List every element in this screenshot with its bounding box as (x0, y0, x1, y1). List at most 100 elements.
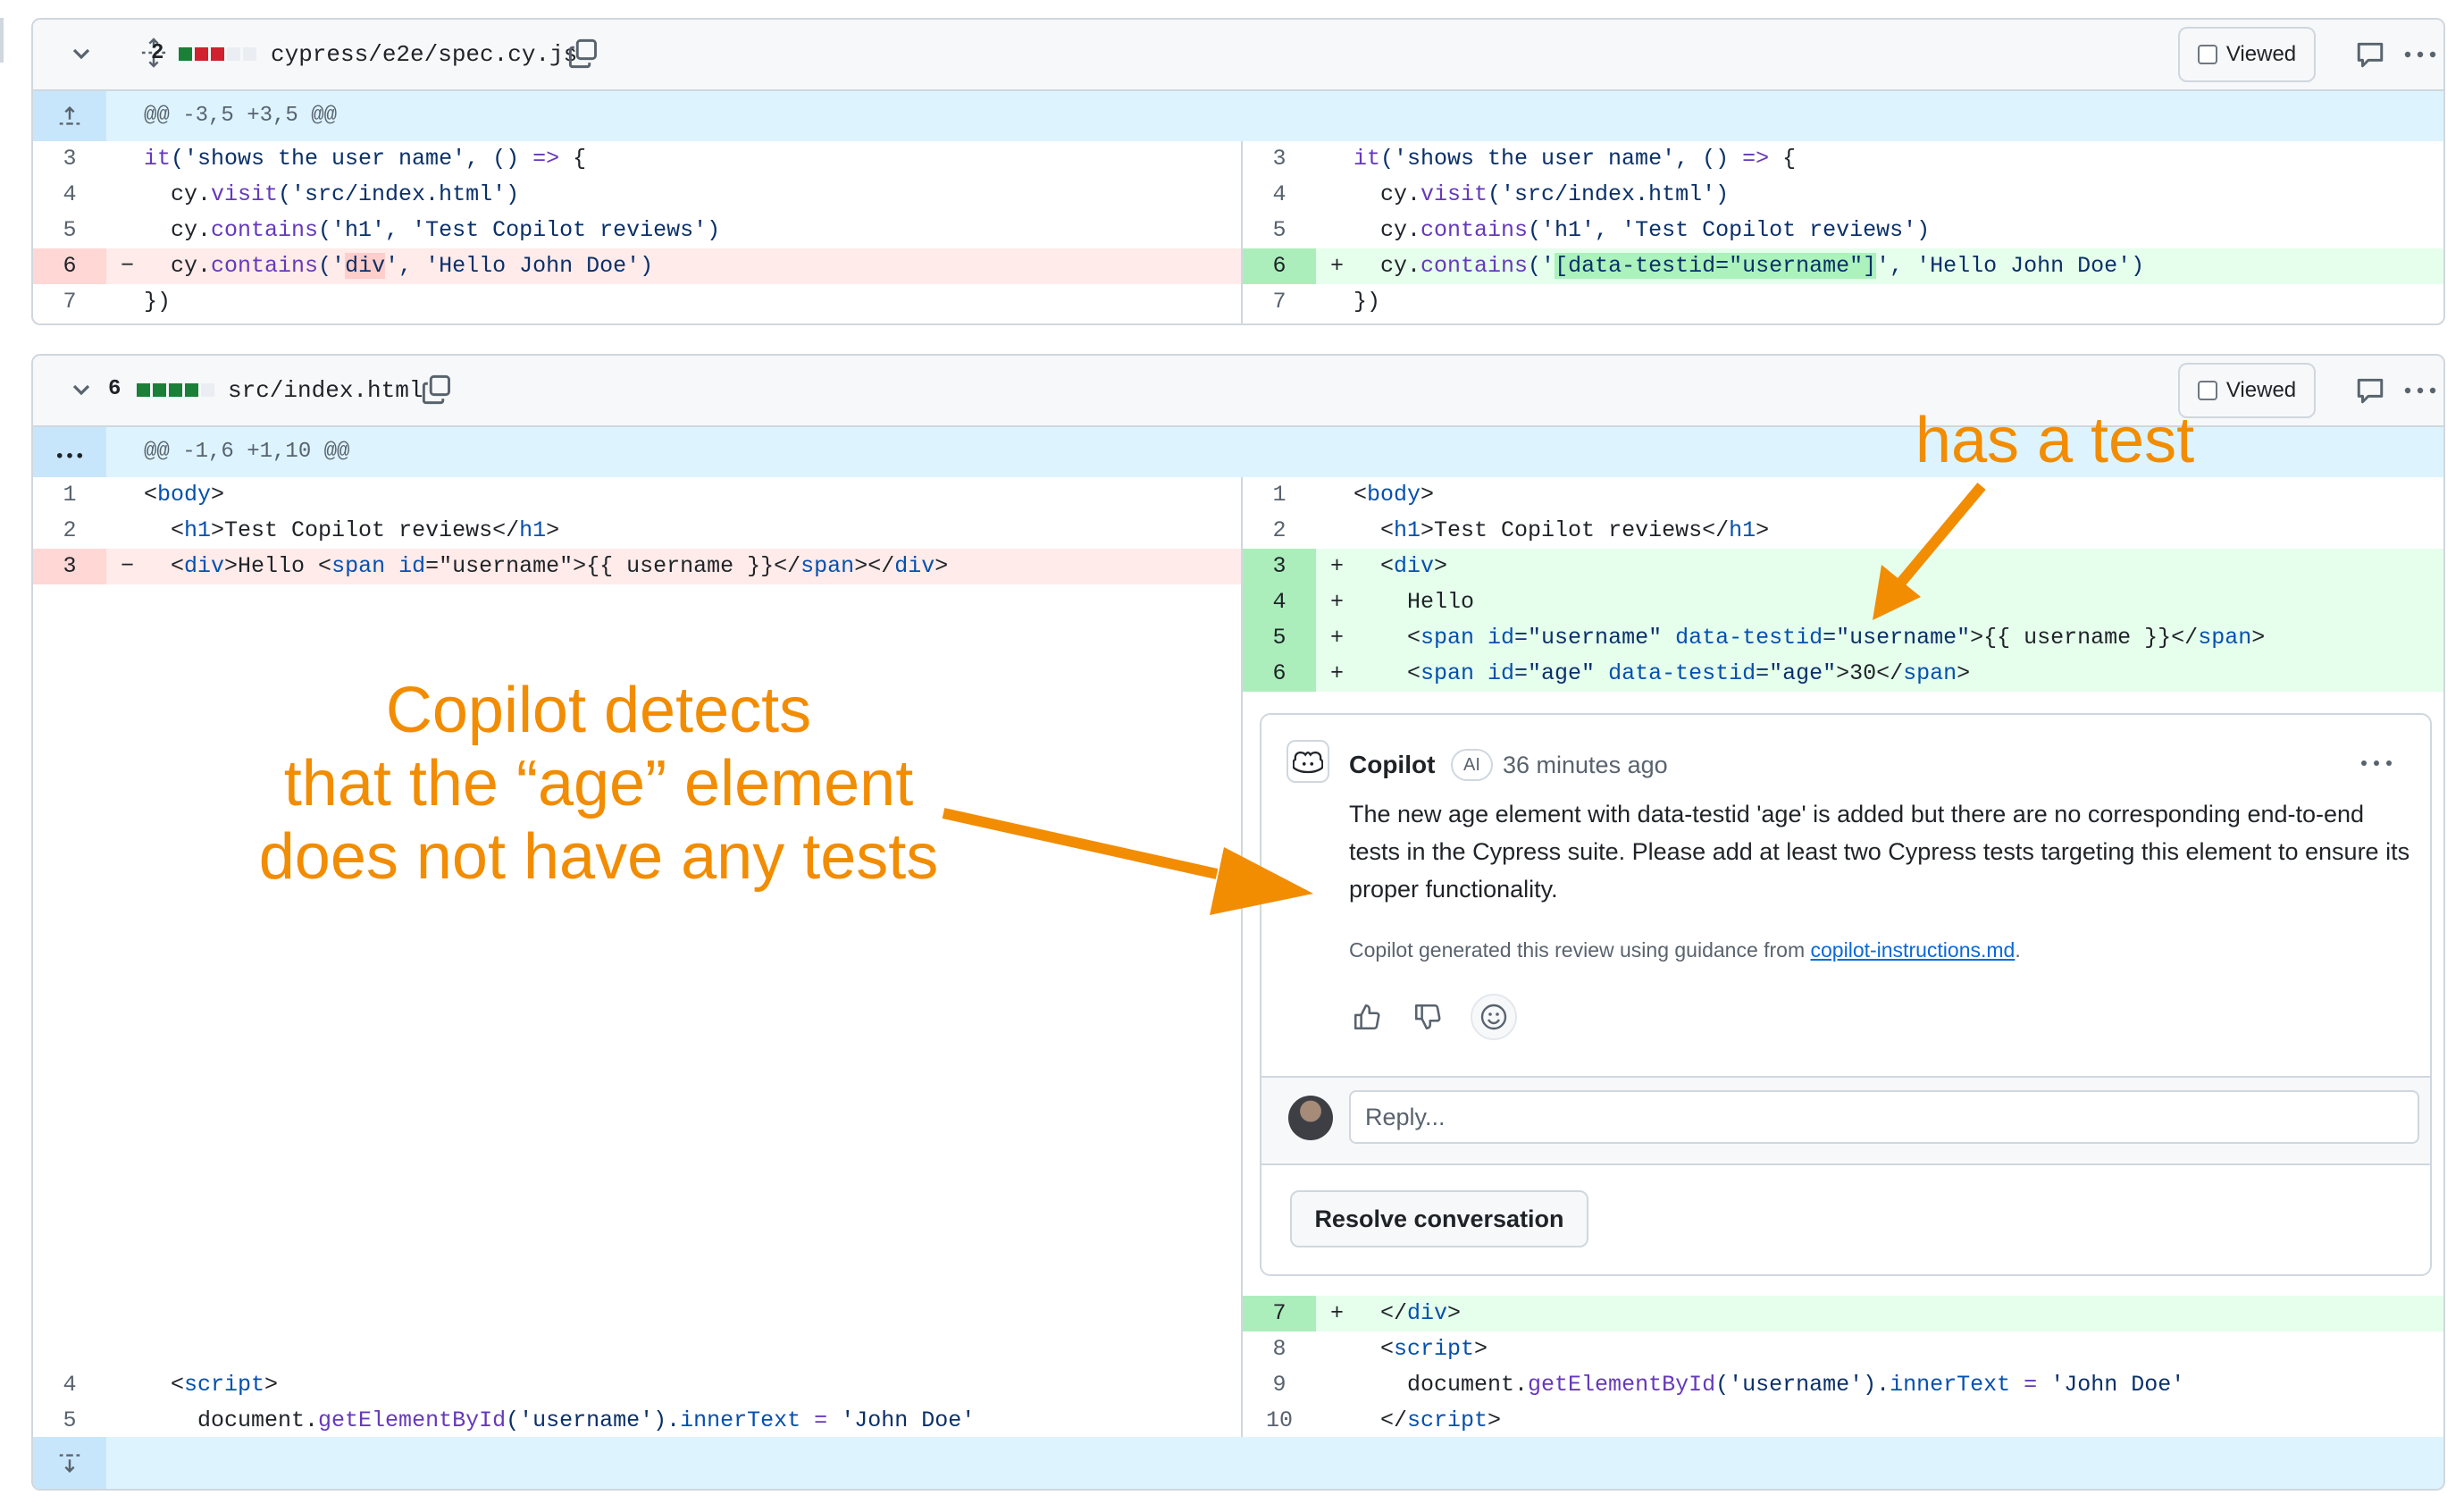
split-diff: 3 it('shows the user name', () => { 4 cy.… (33, 141, 2443, 323)
diffstat-block (179, 47, 192, 61)
code-token: body (157, 482, 212, 508)
line-number[interactable]: 4 (33, 177, 106, 213)
code-token: > (546, 517, 560, 543)
avatar[interactable] (1288, 1096, 1333, 1140)
diff-line-added: 6 + cy.contains('[data-testid="username"]… (1243, 248, 2443, 284)
reply-input[interactable]: Reply... (1349, 1090, 2419, 1144)
comment-timestamp[interactable]: 36 minutes ago (1503, 752, 1668, 779)
line-number[interactable]: 5 (1243, 213, 1316, 248)
diff-line-added: 6 + <span id="age" data-testid="age">30</… (1243, 656, 2443, 692)
line-number[interactable]: 8 (1243, 1331, 1316, 1367)
diff-line: 3 it('shows the user name', () => { (1243, 141, 2443, 177)
checkbox[interactable] (2197, 45, 2217, 64)
code-line: Hello (1354, 584, 1474, 620)
file-name[interactable]: cypress/e2e/spec.cy.js (271, 41, 577, 68)
instructions-link[interactable]: copilot-instructions.md (1811, 938, 2016, 962)
line-number[interactable]: 3 (33, 549, 106, 584)
code-line: }) (1354, 284, 1380, 320)
code-token: < (1354, 625, 1421, 651)
code-token: ="username" (1514, 625, 1663, 651)
code-token: ></ (854, 553, 895, 579)
comment-icon[interactable] (2354, 375, 2386, 406)
chevron-down-icon[interactable] (67, 375, 96, 404)
changed-token: [data-testid="username"] (1555, 253, 1877, 279)
code-line: <div> (1354, 549, 1447, 584)
copy-icon[interactable] (567, 38, 599, 70)
line-number[interactable]: 4 (33, 1367, 106, 1403)
line-number[interactable]: 5 (33, 213, 106, 248)
line-number[interactable]: 5 (1243, 620, 1316, 656)
diff-line: 5 cy.contains('h1', 'Test Copilot review… (33, 213, 1241, 248)
diffstat-block (153, 383, 166, 397)
code-token: > (1957, 660, 1971, 686)
diffstat (179, 47, 256, 61)
reply-area: Reply... (1261, 1076, 2430, 1165)
line-number[interactable]: 7 (1243, 284, 1316, 320)
diff-marker: + (1330, 625, 1345, 651)
code-token: </ (1354, 1407, 1408, 1433)
kebab-horizontal-icon[interactable] (2402, 39, 2438, 70)
comment-author[interactable]: Copilot (1349, 751, 1435, 779)
diff-line: 5 cy.contains('h1', 'Test Copilot review… (1243, 213, 2443, 248)
code-token: contains (211, 253, 319, 279)
line-number[interactable]: 6 (33, 248, 106, 284)
code-token: span (1421, 625, 1475, 651)
fold-down-icon[interactable] (33, 1437, 106, 1489)
line-number[interactable]: 1 (1243, 477, 1316, 513)
code-token: data-testid (1595, 660, 1756, 686)
code-line: <body> (144, 477, 224, 513)
file-name[interactable]: src/index.html (228, 377, 423, 404)
kebab-horizontal-icon[interactable] (2402, 375, 2438, 406)
thumbs-down-icon[interactable] (1410, 999, 1446, 1035)
line-number[interactable]: 7 (33, 284, 106, 320)
code-line: cy.contains('[data-testid="username"]', … (1354, 248, 2144, 284)
expand-context-icon[interactable] (33, 427, 106, 477)
diff-marker: + (1330, 553, 1345, 579)
line-number[interactable]: 6 (1243, 248, 1316, 284)
line-number[interactable]: 2 (33, 513, 106, 549)
copy-icon[interactable] (421, 374, 453, 406)
code-token: document. (144, 1407, 319, 1433)
line-number[interactable]: 4 (1243, 177, 1316, 213)
code-token: > (2251, 625, 2266, 651)
guidance-suffix: . (2015, 938, 2021, 962)
line-number[interactable]: 10 (1243, 1403, 1316, 1439)
code-line: it('shows the user name', () => { (1354, 141, 1796, 177)
kebab-horizontal-icon[interactable] (2359, 752, 2394, 774)
line-number[interactable]: 6 (1243, 656, 1316, 692)
diff-line: 9 document.getElementById('username').in… (1243, 1367, 2443, 1403)
comment-icon[interactable] (2354, 39, 2386, 70)
annotation-copilot-detects: Copilot detects that the “age” element d… (205, 674, 992, 894)
code-token: cy. (1354, 217, 1421, 243)
diffstat-block (227, 47, 240, 61)
chevron-down-icon[interactable] (67, 39, 96, 68)
viewed-checkbox[interactable]: Viewed (2178, 27, 2316, 82)
line-number[interactable]: 3 (1243, 141, 1316, 177)
changed-token: div (345, 253, 386, 279)
diff-line-added: 5 + <span id="username" data-testid="user… (1243, 620, 2443, 656)
review-comment: Copilot AI 36 minutes ago The new age el… (1260, 713, 2432, 1276)
code-token: }) (144, 289, 172, 315)
diff-line-added: 4 + Hello (1243, 584, 2443, 620)
smiley-icon[interactable] (1471, 994, 1517, 1040)
thumbs-up-icon[interactable] (1349, 999, 1385, 1035)
diffstat-block (243, 47, 256, 61)
checkbox[interactable] (2197, 381, 2217, 400)
guidance-text: Copilot generated this review using guid… (1349, 938, 1811, 962)
line-number[interactable]: 1 (33, 477, 106, 513)
diff-line: 8 <script> (1243, 1331, 2443, 1367)
line-number[interactable]: 3 (1243, 549, 1316, 584)
line-number[interactable]: 7 (1243, 1296, 1316, 1331)
line-number[interactable]: 2 (1243, 513, 1316, 549)
code-token: ('username'). (1715, 1372, 1890, 1398)
diff-line: 7}) (1243, 284, 2443, 320)
fold-up-icon[interactable] (33, 91, 106, 141)
code-token: span (1903, 660, 1957, 686)
code-line: }) (144, 284, 171, 320)
annotation-line: Copilot detects (385, 675, 812, 746)
line-number[interactable]: 3 (33, 141, 106, 177)
resolve-conversation-button[interactable]: Resolve conversation (1290, 1190, 1588, 1247)
line-number[interactable]: 5 (33, 1403, 106, 1439)
line-number[interactable]: 9 (1243, 1367, 1316, 1403)
line-number[interactable]: 4 (1243, 584, 1316, 620)
